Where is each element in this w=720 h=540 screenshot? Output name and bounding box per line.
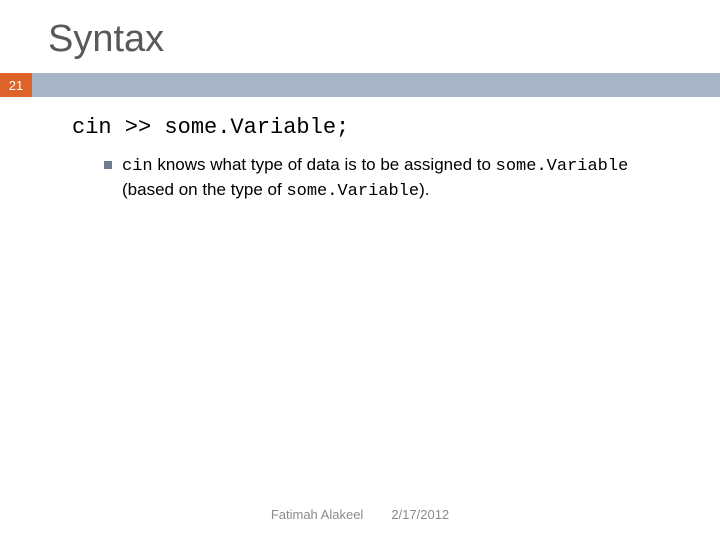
code-span-cin: cin xyxy=(122,157,153,176)
header-bar-fill xyxy=(32,73,720,97)
bullet-text: cin knows what type of data is to be ass… xyxy=(122,154,660,204)
bullet-item: cin knows what type of data is to be ass… xyxy=(72,154,660,204)
slide-title: Syntax xyxy=(48,18,720,61)
text-span-1: knows what type of data is to be assigne… xyxy=(153,155,496,174)
code-span-var1: some.Variable xyxy=(496,157,629,176)
text-span-3: ). xyxy=(419,180,429,199)
bullet-icon xyxy=(104,161,112,169)
header-bar: 21 xyxy=(0,73,720,97)
footer-author: Fatimah Alakeel xyxy=(271,507,364,522)
slide-number: 21 xyxy=(0,73,32,97)
code-span-var2: some.Variable xyxy=(286,182,419,201)
content-area: cin >> some.Variable; cin knows what typ… xyxy=(0,97,720,204)
title-area: Syntax xyxy=(0,0,720,73)
text-span-2: (based on the type of xyxy=(122,180,286,199)
footer: Fatimah Alakeel 2/17/2012 xyxy=(0,507,720,522)
code-line: cin >> some.Variable; xyxy=(72,115,660,140)
footer-date: 2/17/2012 xyxy=(391,507,449,522)
